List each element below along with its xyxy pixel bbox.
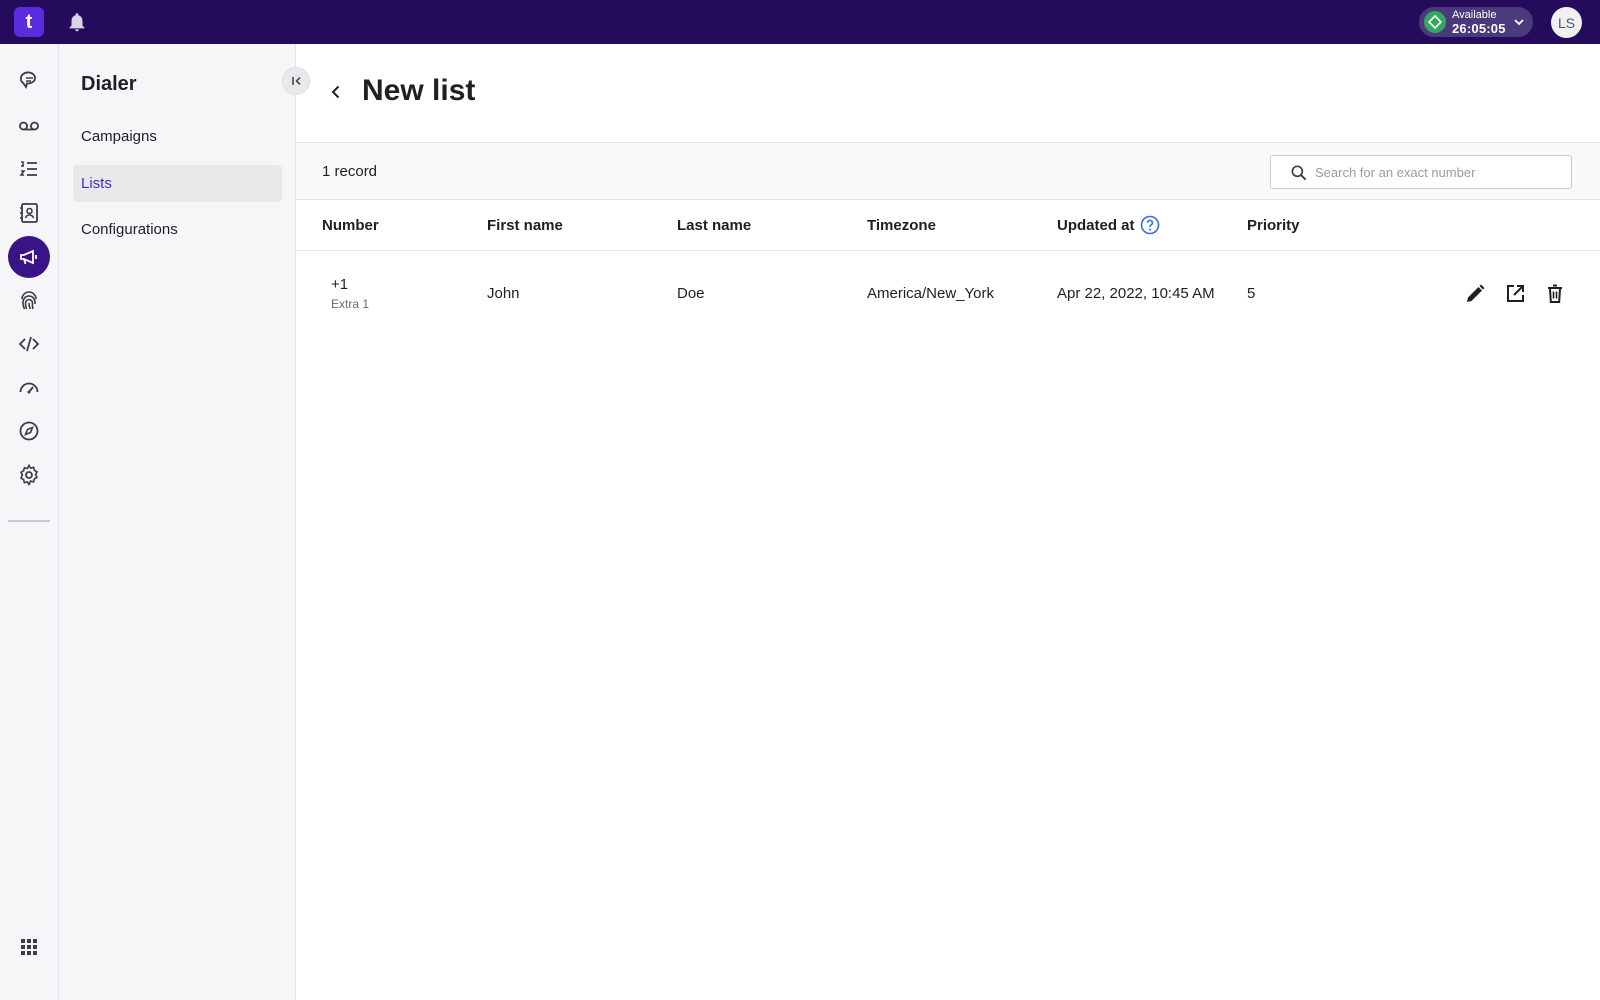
search-input[interactable] — [1315, 157, 1565, 187]
row-updated-at: Apr 22, 2022, 10:45 AM — [1057, 285, 1215, 302]
row-first-name: John — [487, 285, 520, 302]
chevron-down-icon — [1514, 19, 1524, 26]
status-indicator-icon — [1424, 11, 1446, 33]
top-bar: t Available 26:05:05 LS — [0, 0, 1600, 44]
column-header-first-name[interactable]: First name — [487, 217, 563, 234]
contacts-icon[interactable] — [8, 192, 50, 234]
edit-icon[interactable] — [1463, 282, 1487, 306]
settings-gear-icon[interactable] — [8, 454, 50, 496]
user-avatar[interactable]: LS — [1551, 7, 1582, 38]
help-circle-icon[interactable] — [1140, 215, 1160, 235]
sidebar-title: Dialer — [81, 73, 137, 95]
conversations-icon[interactable] — [8, 60, 50, 102]
dialer-sidebar: Dialer Campaigns Lists Configurations — [59, 44, 296, 1000]
notifications-bell-icon[interactable] — [66, 11, 88, 33]
record-count: 1 record — [322, 163, 378, 180]
rail-divider — [8, 520, 50, 522]
table-row[interactable]: +1 Extra 1 John Doe America/New_York Apr… — [296, 251, 1600, 337]
list-toolbar: 1 record — [296, 142, 1600, 200]
search-box[interactable] — [1270, 155, 1572, 189]
availability-status-dropdown[interactable]: Available 26:05:05 — [1419, 7, 1533, 37]
sidebar-item-campaigns[interactable]: Campaigns — [73, 118, 282, 155]
row-priority: 5 — [1247, 285, 1256, 302]
search-icon — [1291, 165, 1307, 181]
voicemail-icon[interactable] — [8, 105, 50, 147]
status-label: Available — [1452, 9, 1497, 21]
row-timezone: America/New_York — [867, 285, 994, 302]
column-header-updated-at[interactable]: Updated at — [1057, 217, 1135, 234]
sidebar-item-configurations[interactable]: Configurations — [73, 211, 282, 248]
status-timer: 26:05:05 — [1452, 21, 1506, 36]
column-header-timezone[interactable]: Timezone — [867, 217, 936, 234]
column-header-priority[interactable]: Priority — [1247, 217, 1300, 234]
main-content: New list 1 record Number First name Last… — [296, 44, 1600, 1000]
dialer-megaphone-icon[interactable] — [8, 236, 50, 278]
fingerprint-icon[interactable] — [8, 280, 50, 322]
table-header: Number First name Last name Timezone Upd… — [296, 200, 1600, 251]
row-number-extra: Extra 1 — [331, 297, 370, 311]
page-title: New list — [362, 74, 476, 107]
back-arrow-icon[interactable] — [324, 80, 348, 104]
dashboard-gauge-icon[interactable] — [8, 366, 50, 408]
row-last-name: Doe — [677, 285, 705, 302]
collapse-chevron-icon — [292, 76, 301, 86]
app-logo[interactable]: t — [14, 7, 44, 37]
collapse-sidebar-button[interactable] — [282, 67, 310, 95]
icon-rail — [0, 44, 59, 1000]
column-header-number[interactable]: Number — [322, 217, 379, 234]
row-number: +1 — [331, 276, 349, 293]
column-header-last-name[interactable]: Last name — [677, 217, 751, 234]
open-external-icon[interactable] — [1503, 282, 1527, 306]
logo-text: t — [25, 11, 33, 33]
delete-icon[interactable] — [1543, 282, 1567, 306]
sidebar-item-lists[interactable]: Lists — [73, 165, 282, 202]
code-icon[interactable] — [8, 323, 50, 365]
apps-grid-icon[interactable] — [8, 926, 50, 968]
compass-icon[interactable] — [8, 410, 50, 452]
list-icon[interactable] — [8, 148, 50, 190]
